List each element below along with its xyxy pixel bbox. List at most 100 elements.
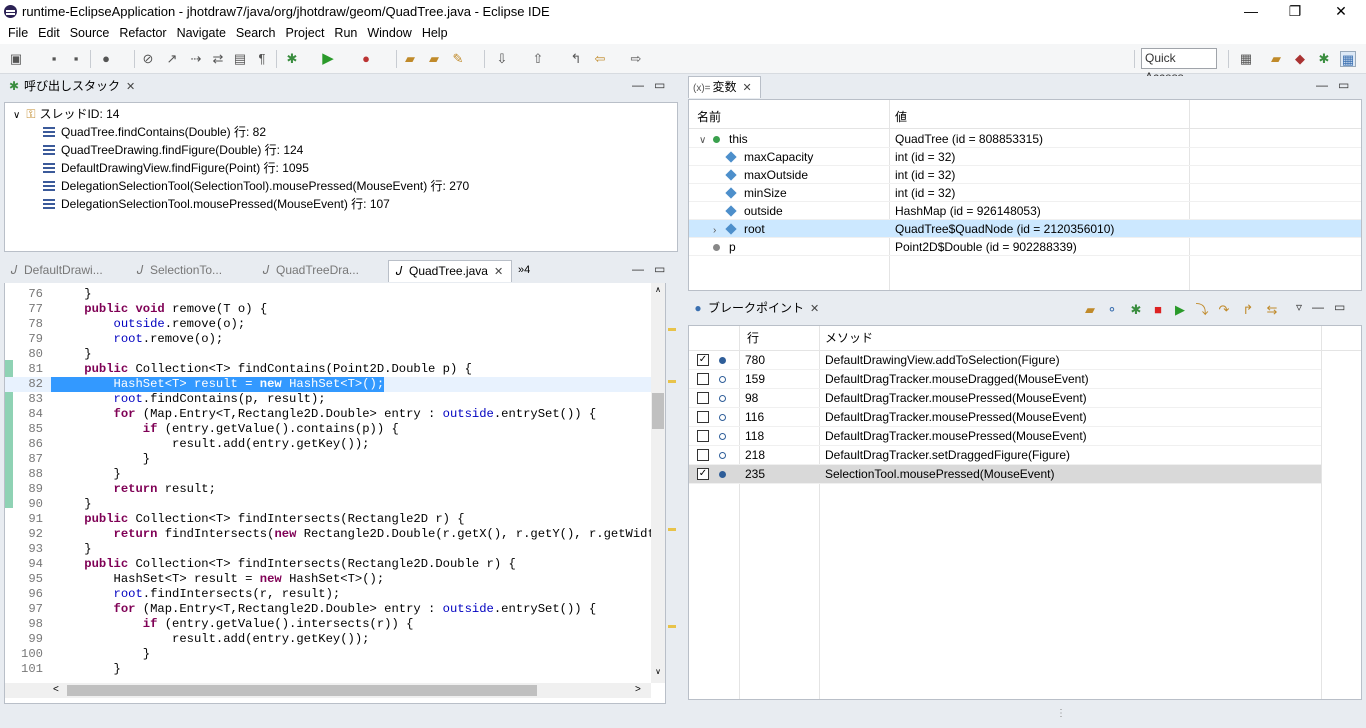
close-icon[interactable]: ✕ xyxy=(494,266,503,278)
breakpoint-checkbox[interactable]: ✓ xyxy=(697,354,709,366)
code-line[interactable]: 87 } xyxy=(5,452,665,467)
breakpoint-row[interactable]: ✓ 235 SelectionTool.mousePressed(MouseEven… xyxy=(689,465,1321,484)
active-perspective-icon[interactable]: ▦ xyxy=(1340,51,1356,67)
code-editor[interactable]: ⇨ 76 }77 public void remove(T o) {78 out… xyxy=(4,283,666,704)
code-line[interactable]: 91 public Collection<T> findIntersects(R… xyxy=(5,512,665,527)
java-perspective-icon[interactable]: ▰ xyxy=(1268,51,1284,67)
quick-access-input[interactable]: Quick Access xyxy=(1141,48,1217,84)
code-line[interactable]: 86 result.add(entry.getKey()); xyxy=(5,437,665,452)
tab-quadtree-java[interactable]: 𝐽 QuadTree.java ✕ xyxy=(388,260,513,282)
tab-default-drawing[interactable]: 𝐽 DefaultDrawi... xyxy=(4,260,103,282)
thread-row[interactable]: ∨ ⚿ スレッドID: 14 xyxy=(13,105,120,123)
code-line[interactable]: 83 root.findContains(p, result); xyxy=(5,392,665,407)
menu-source[interactable]: Source xyxy=(65,24,115,42)
variable-row[interactable]: p Point2D$Double (id = 902288339) xyxy=(689,238,1361,256)
code-line[interactable]: 90 } xyxy=(5,497,665,512)
close-button[interactable]: ✕ xyxy=(1318,2,1364,22)
code-line[interactable]: 100 } xyxy=(5,647,665,662)
menu-window[interactable]: Window xyxy=(362,24,416,42)
drop-to-frame-icon[interactable]: ↗ xyxy=(164,51,180,67)
prev-annotation-icon[interactable]: ⇧ xyxy=(530,51,546,67)
maximize-button[interactable]: ❐ xyxy=(1272,2,1318,22)
variable-row[interactable]: ∨ this QuadTree (id = 808853315) xyxy=(689,130,1361,148)
minimize-button[interactable]: — xyxy=(1228,2,1274,22)
menu-project[interactable]: Project xyxy=(281,24,330,42)
breakpoint-row[interactable]: 98 DefaultDragTracker.mousePressed(MouseE… xyxy=(689,389,1321,408)
step-into-icon[interactable]: ⤵ xyxy=(1194,302,1210,318)
breakpoint-checkbox[interactable] xyxy=(697,430,709,442)
breakpoint-row[interactable]: 159 DefaultDragTracker.mouseDragged(Mouse… xyxy=(689,370,1321,389)
code-line[interactable]: 84 for (Map.Entry<T,Rectangle2D.Double> … xyxy=(5,407,665,422)
resume-icon[interactable]: ▶ xyxy=(1172,302,1188,318)
tab-overflow[interactable]: »4 xyxy=(516,260,530,282)
breakpoint-row[interactable]: 118 DefaultDragTracker.mousePressed(Mouse… xyxy=(689,427,1321,446)
horizontal-scrollbar[interactable]: < > xyxy=(5,683,651,698)
step-over-icon[interactable]: ↷ xyxy=(1216,302,1232,318)
use-filters-icon[interactable]: ⇆ xyxy=(1264,302,1280,318)
open-type-icon[interactable]: ▰ xyxy=(426,51,442,67)
terminate-icon[interactable]: ■ xyxy=(1150,302,1166,318)
tab-quadtree-drawing[interactable]: 𝐽 QuadTreeDra... xyxy=(256,260,359,282)
menu-help[interactable]: Help xyxy=(417,24,453,42)
debug-perspective-icon[interactable]: ✱ xyxy=(1316,51,1332,67)
menu-navigate[interactable]: Navigate xyxy=(172,24,231,42)
menu-run[interactable]: Run xyxy=(329,24,362,42)
step-filter-icon[interactable]: ⇢ xyxy=(188,51,204,67)
hscroll-thumb[interactable] xyxy=(67,685,537,696)
stack-frame[interactable]: DelegationSelectionTool.mousePressed(Mou… xyxy=(43,195,390,213)
code-line[interactable]: 94 public Collection<T> findIntersects(R… xyxy=(5,557,665,572)
col-line-header[interactable]: 行 xyxy=(747,329,759,347)
new-package-icon[interactable]: ▰ xyxy=(402,51,418,67)
stack-frame[interactable]: QuadTree.findContains(Double) 行: 82 xyxy=(43,123,266,141)
new-icon[interactable]: ▣ xyxy=(8,51,24,67)
save-icon[interactable]: ▪ xyxy=(46,51,62,67)
col-value-header[interactable]: 値 xyxy=(895,108,907,126)
view-min-max[interactable]: —▭ xyxy=(632,78,675,92)
code-line[interactable]: 80 } xyxy=(5,347,665,362)
code-line[interactable]: 95 HashSet<T> result = new HashSet<T>(); xyxy=(5,572,665,587)
tab-selection-tool[interactable]: 𝐽 SelectionTo... xyxy=(130,260,222,282)
code-line[interactable]: 89 return result; xyxy=(5,482,665,497)
last-edit-icon[interactable]: ↰ xyxy=(568,51,584,67)
pilcrow-icon[interactable]: ¶ xyxy=(254,51,270,67)
close-icon[interactable]: ✕ xyxy=(126,81,135,93)
external-tools-icon[interactable]: ● xyxy=(358,51,374,67)
menu-edit[interactable]: Edit xyxy=(33,24,65,42)
breakpoint-row[interactable]: 116 DefaultDragTracker.mousePressed(Mouse… xyxy=(689,408,1321,427)
search-tool-icon[interactable]: ✎ xyxy=(450,51,466,67)
close-icon[interactable]: ✕ xyxy=(810,303,819,315)
breakpoint-checkbox[interactable] xyxy=(697,392,709,404)
bug-icon[interactable]: ✱ xyxy=(1128,302,1144,318)
view-menu-min-max[interactable]: ▿—▭ xyxy=(1296,300,1355,314)
view-min-max[interactable]: —▭ xyxy=(632,262,675,276)
code-line[interactable]: 88 } xyxy=(5,467,665,482)
variable-row[interactable]: minSize int (id = 32) xyxy=(689,184,1361,202)
stack-frame[interactable]: DelegationSelectionTool(SelectionTool).m… xyxy=(43,177,469,195)
run-icon[interactable]: ▶ xyxy=(320,51,336,67)
stack-frame[interactable]: DefaultDrawingView.findFigure(Point) 行: … xyxy=(43,159,309,177)
menu-file[interactable]: File xyxy=(3,24,33,42)
code-line[interactable]: 92 return findIntersects(new Rectangle2D… xyxy=(5,527,665,542)
skip-breakpoints-icon[interactable]: ⊘ xyxy=(140,51,156,67)
show-supported-icon[interactable]: ▰ xyxy=(1082,302,1098,318)
close-icon[interactable]: ✕ xyxy=(743,82,752,94)
variable-row[interactable]: maxCapacity int (id = 32) xyxy=(689,148,1361,166)
breakpoint-checkbox[interactable] xyxy=(697,449,709,461)
code-line[interactable]: 81 public Collection<T> findContains(Poi… xyxy=(5,362,665,377)
col-method-header[interactable]: メソッド xyxy=(825,329,873,347)
stack-frame[interactable]: QuadTreeDrawing.findFigure(Double) 行: 12… xyxy=(43,141,303,159)
variable-row[interactable]: outside HashMap (id = 926148053) xyxy=(689,202,1361,220)
breakpoint-checkbox[interactable] xyxy=(697,411,709,423)
step-return-icon[interactable]: ↱ xyxy=(1240,302,1256,318)
code-line[interactable]: 85 if (entry.getValue().contains(p)) { xyxy=(5,422,665,437)
code-line[interactable]: 79 root.remove(o); xyxy=(5,332,665,347)
menu-refactor[interactable]: Refactor xyxy=(114,24,171,42)
breakpoint-checkbox[interactable]: ✓ xyxy=(697,468,709,480)
git-perspective-icon[interactable]: ◆ xyxy=(1292,51,1308,67)
breakpoint-checkbox[interactable] xyxy=(697,373,709,385)
open-perspective-icon[interactable]: ▦ xyxy=(1238,51,1254,67)
code-line[interactable]: 101 } xyxy=(5,662,665,677)
use-step-filters-icon[interactable]: ⇄ xyxy=(210,51,226,67)
next-annotation-icon[interactable]: ⇩ xyxy=(494,51,510,67)
variable-row[interactable]: › root QuadTree$QuadNode (id = 2120356010) xyxy=(689,220,1361,238)
